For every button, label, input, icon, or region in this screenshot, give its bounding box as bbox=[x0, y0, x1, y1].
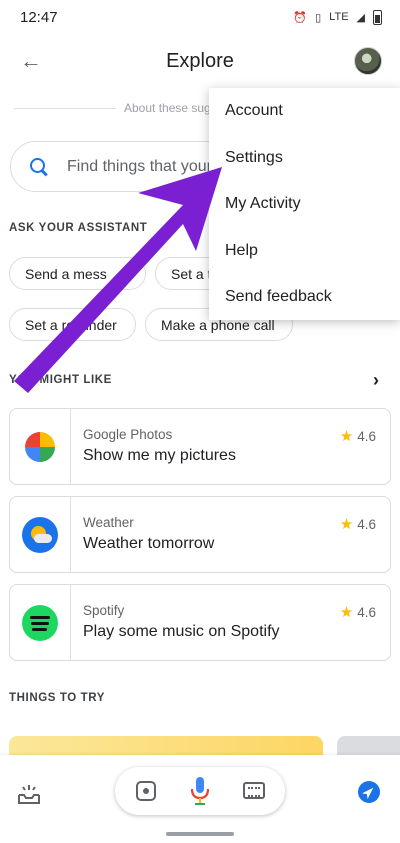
suggestion-action: Play some music on Spotify bbox=[83, 623, 280, 640]
star-icon: ★ bbox=[339, 516, 354, 533]
chevron-right-icon[interactable]: › bbox=[366, 371, 386, 391]
suggestion-card-photos[interactable]: Google Photos Show me my pictures ★ 4.6 bbox=[9, 408, 391, 485]
star-icon: ★ bbox=[339, 604, 354, 621]
account-avatar[interactable] bbox=[354, 47, 382, 75]
lte-icon: LTE bbox=[329, 11, 349, 23]
keyboard-icon[interactable] bbox=[243, 782, 265, 799]
menu-item-help[interactable]: Help bbox=[209, 228, 400, 275]
suggestion-action: Show me my pictures bbox=[83, 447, 236, 464]
weather-icon bbox=[22, 516, 58, 553]
menu-item-send-feedback[interactable]: Send feedback bbox=[209, 274, 400, 321]
rating: ★ 4.6 bbox=[339, 516, 376, 533]
section-ask-assistant: ASK YOUR ASSISTANT bbox=[9, 222, 148, 234]
status-icons: ⏰ ▯ LTE ◢ bbox=[293, 9, 382, 25]
suggestion-card-weather[interactable]: Weather Weather tomorrow ★ 4.6 bbox=[9, 496, 391, 573]
search-placeholder: Find things that your bbox=[67, 157, 212, 175]
chip-set-reminder[interactable]: Set a reminder bbox=[9, 308, 136, 341]
app-name: Spotify bbox=[83, 603, 125, 618]
menu-item-settings[interactable]: Settings bbox=[209, 135, 400, 182]
snapshot-icon[interactable] bbox=[16, 781, 42, 807]
rating: ★ 4.6 bbox=[339, 604, 376, 621]
icon-cell bbox=[10, 497, 71, 572]
input-pill bbox=[115, 767, 285, 815]
app-name: Google Photos bbox=[83, 427, 173, 442]
chip-send-message[interactable]: Send a mess bbox=[9, 257, 146, 290]
app-name: Weather bbox=[83, 515, 134, 530]
battery-icon bbox=[373, 9, 382, 25]
icon-cell bbox=[10, 409, 71, 484]
status-bar: 12:47 ⏰ ▯ LTE ◢ bbox=[0, 0, 400, 34]
section-things-to-try: THINGS TO TRY bbox=[9, 692, 105, 704]
star-icon: ★ bbox=[339, 428, 354, 445]
menu-item-account[interactable]: Account bbox=[209, 88, 400, 135]
compass-icon[interactable] bbox=[358, 781, 380, 803]
alarm-icon: ⏰ bbox=[293, 11, 308, 24]
spotify-icon bbox=[22, 604, 58, 641]
app-bar: ← Explore bbox=[0, 34, 400, 88]
page-title: Explore bbox=[166, 49, 234, 72]
lens-icon[interactable] bbox=[136, 781, 156, 801]
microphone-icon[interactable] bbox=[189, 776, 211, 806]
google-photos-icon bbox=[25, 431, 55, 462]
suggestion-card-spotify[interactable]: Spotify Play some music on Spotify ★ 4.6 bbox=[9, 584, 391, 661]
status-time: 12:47 bbox=[20, 8, 58, 26]
vibrate-icon: ▯ bbox=[315, 11, 322, 24]
overflow-menu: Account Settings My Activity Help Send f… bbox=[209, 88, 400, 320]
icon-cell bbox=[10, 585, 71, 660]
home-indicator[interactable] bbox=[166, 832, 234, 836]
about-suggestions-link[interactable]: About these sug bbox=[124, 101, 211, 115]
arrow-back-icon[interactable]: ← bbox=[18, 48, 44, 74]
divider bbox=[14, 107, 116, 109]
suggestion-action: Weather tomorrow bbox=[83, 535, 215, 552]
section-you-might-like: YOU MIGHT LIKE bbox=[9, 374, 112, 386]
rating: ★ 4.6 bbox=[339, 428, 376, 445]
bottom-bar bbox=[0, 755, 400, 843]
search-icon bbox=[29, 157, 49, 177]
signal-icon: ◢ bbox=[356, 11, 365, 24]
menu-item-my-activity[interactable]: My Activity bbox=[209, 181, 400, 228]
